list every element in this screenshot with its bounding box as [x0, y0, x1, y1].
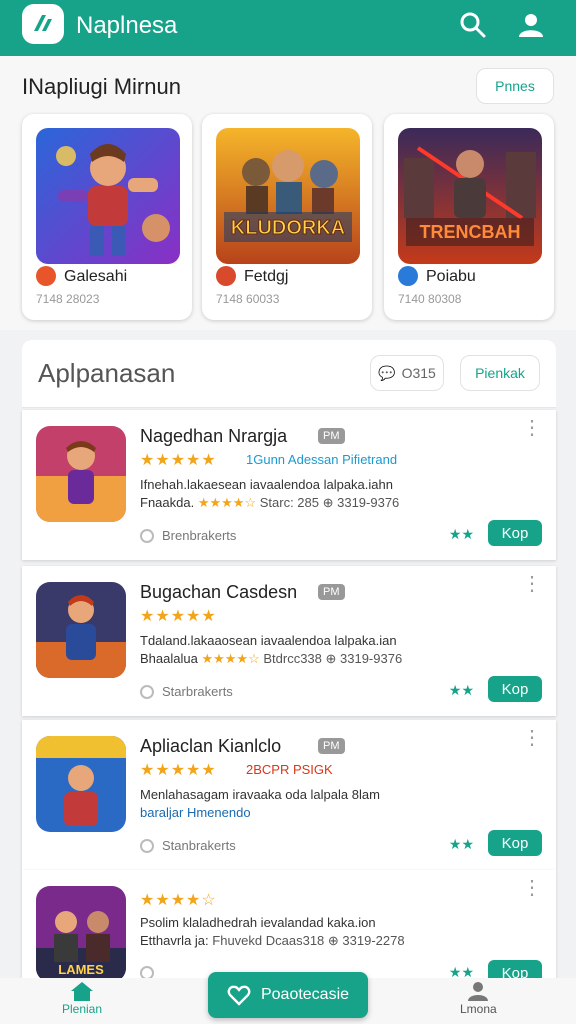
heart-chat-icon: [227, 985, 251, 1006]
description-stats: Starc: 285 ⊕ 3319-9376: [259, 495, 400, 510]
game-artwork: KLUDORKA: [216, 128, 360, 264]
app-icon: [36, 582, 126, 678]
mini-stars-icon: ★★: [448, 526, 474, 542]
featured-card[interactable]: TRENCBAH Poiabu 7140 80308: [384, 114, 554, 320]
more-options-icon[interactable]: ⋮: [522, 574, 542, 594]
more-options-icon[interactable]: ⋮: [522, 728, 542, 748]
app-description: Ifnehah.lakaesean iavaalendoa lalpaka.ia…: [140, 476, 430, 512]
app-description: Tdaland.lakaaosean iavaalendoa lalpaka.i…: [140, 632, 430, 668]
app-logo[interactable]: [22, 4, 64, 44]
game-badge-icon: [398, 266, 418, 286]
app-card[interactable]: Nagedhan Nrargja PM ⋮ ★★★★★ 1Gunn Adessa…: [22, 410, 556, 560]
game-badge-icon: [36, 266, 56, 286]
featured-card[interactable]: KLUDORKA Fetdgj 7148 60033: [202, 114, 372, 320]
featured-meta: 7148 60033: [216, 292, 280, 306]
rating-stars: ★★★★☆: [140, 892, 217, 909]
version-badge: PM: [318, 738, 345, 754]
game-logo-text: TRENCBAH: [420, 222, 521, 242]
app-name: Apliaclan Kianlclo: [140, 736, 282, 756]
description-stats: Fhuvekd Dcaas318 ⊕ 3319-2278: [212, 933, 405, 948]
inline-stars: ★★★★☆: [201, 651, 260, 666]
home-icon: [71, 982, 94, 1001]
developer-row: Stanbrakerts: [140, 838, 236, 853]
search-icon[interactable]: [458, 10, 488, 40]
developer-name: Stanbrakerts: [162, 838, 236, 853]
logo-icon: [34, 15, 52, 31]
nav-home-label: Plenian: [62, 1002, 103, 1016]
app-description: Menlahasagam iravaaka oda lalpala 8lam b…: [140, 786, 430, 822]
description-line: Ifnehah.lakaesean iavaalendoa lalpaka.ia…: [140, 477, 393, 492]
game-logo-text: KLUDORKA: [231, 217, 345, 239]
more-options-icon[interactable]: ⋮: [522, 418, 542, 438]
game-artwork: TRENCBAH: [398, 128, 542, 264]
rating-stars: ★★★★★: [140, 452, 217, 469]
featured-name: Poiabu: [426, 268, 476, 285]
description-line: Tdaland.lakaaosean iavaalendoa lalpaka.i…: [140, 633, 397, 648]
get-button[interactable]: Kop: [488, 676, 542, 702]
description-stats: Btdrcc338 ⊕ 3319-9376: [263, 651, 403, 666]
app-name: Bugachan Casdesn: [140, 582, 298, 602]
account-icon[interactable]: [516, 10, 546, 40]
svg-text:LAMES: LAMES: [58, 962, 104, 977]
developer-icon: [140, 838, 154, 853]
mini-stars-icon: ★★: [448, 682, 474, 698]
rating-stars: ★★★★★: [140, 762, 217, 779]
developer-name: Starbrakerts: [162, 684, 233, 699]
description-text: Etthavrla ja:: [140, 933, 209, 948]
top-app-bar: Naplnesa: [0, 0, 576, 56]
more-options-icon[interactable]: ⋮: [522, 878, 542, 898]
nav-right-label: Lmona: [460, 1002, 497, 1016]
app-name: Nagedhan Nrargja: [140, 426, 288, 446]
nav-right[interactable]: Lmona: [460, 980, 497, 1016]
featured-name: Galesahi: [64, 268, 128, 285]
developer-icon: [140, 528, 154, 543]
app-card[interactable]: Apliaclan Kianlclo PM ⋮ ★★★★★ 2BCPR PSIG…: [22, 720, 556, 870]
rating-stars: ★★★★★: [140, 608, 217, 625]
description-text: Fnaakda.: [140, 495, 195, 510]
list-title: Aplpanasan: [38, 358, 176, 388]
game-artwork: [36, 128, 180, 264]
app-icon: [36, 426, 126, 522]
featured-meta: 7148 28023: [36, 292, 100, 306]
app-description: Psolim klaladhedrah ievalandad kaka.ion …: [140, 914, 430, 950]
description-line: Menlahasagam iravaaka oda lalpala 8lam: [140, 787, 380, 802]
developer-name: Brenbrakerts: [162, 528, 237, 543]
primary-action-label: Poaotecasie: [260, 986, 350, 1003]
app-tagline: 1Gunn Adessan Pifietrand: [246, 452, 398, 467]
inline-stars: ★★★★☆: [197, 495, 257, 510]
developer-icon: [140, 684, 154, 699]
profile-icon: [468, 982, 489, 1001]
primary-action-button[interactable]: Poaotecasie: [208, 972, 368, 1018]
featured-meta: 7140 80308: [398, 292, 462, 306]
chat-icon: 💬: [378, 364, 396, 381]
get-button[interactable]: Kop: [488, 520, 542, 546]
apps-list-header: Aplpanasan 💬 O315 Pienkak: [22, 340, 556, 408]
app-icon: [36, 736, 126, 832]
game-badge-icon: [216, 266, 236, 286]
version-badge: PM: [318, 428, 345, 444]
featured-name: Fetdgj: [244, 268, 289, 285]
get-button[interactable]: Kop: [488, 830, 542, 856]
description-text: baraljar Hmenendo: [140, 805, 251, 820]
app-tagline: 2BCPR PSIGK: [246, 762, 333, 777]
version-badge: PM: [318, 584, 345, 600]
filter-label: O315: [401, 365, 436, 381]
mini-stars-icon: ★★: [448, 836, 474, 852]
description-line: Psolim klaladhedrah ievalandad kaka.ion: [140, 915, 376, 930]
app-icon: LAMES: [36, 886, 126, 982]
developer-row: Brenbrakerts: [140, 528, 236, 543]
app-title: Naplnesa: [76, 12, 178, 39]
featured-more-button[interactable]: Pnnes: [476, 68, 554, 104]
nav-home[interactable]: Plenian: [62, 980, 102, 1016]
featured-card[interactable]: Galesahi 7148 28023: [22, 114, 192, 320]
developer-row: Starbrakerts: [140, 684, 233, 699]
featured-title: INapliugi Mirnun: [22, 74, 181, 99]
app-card[interactable]: Bugachan Casdesn PM ⋮ ★★★★★ Tdaland.laka…: [22, 566, 556, 716]
filter-button[interactable]: 💬 O315: [370, 355, 444, 391]
list-action-button[interactable]: Pienkak: [460, 355, 540, 391]
description-text: Bhaalalua: [140, 651, 198, 666]
